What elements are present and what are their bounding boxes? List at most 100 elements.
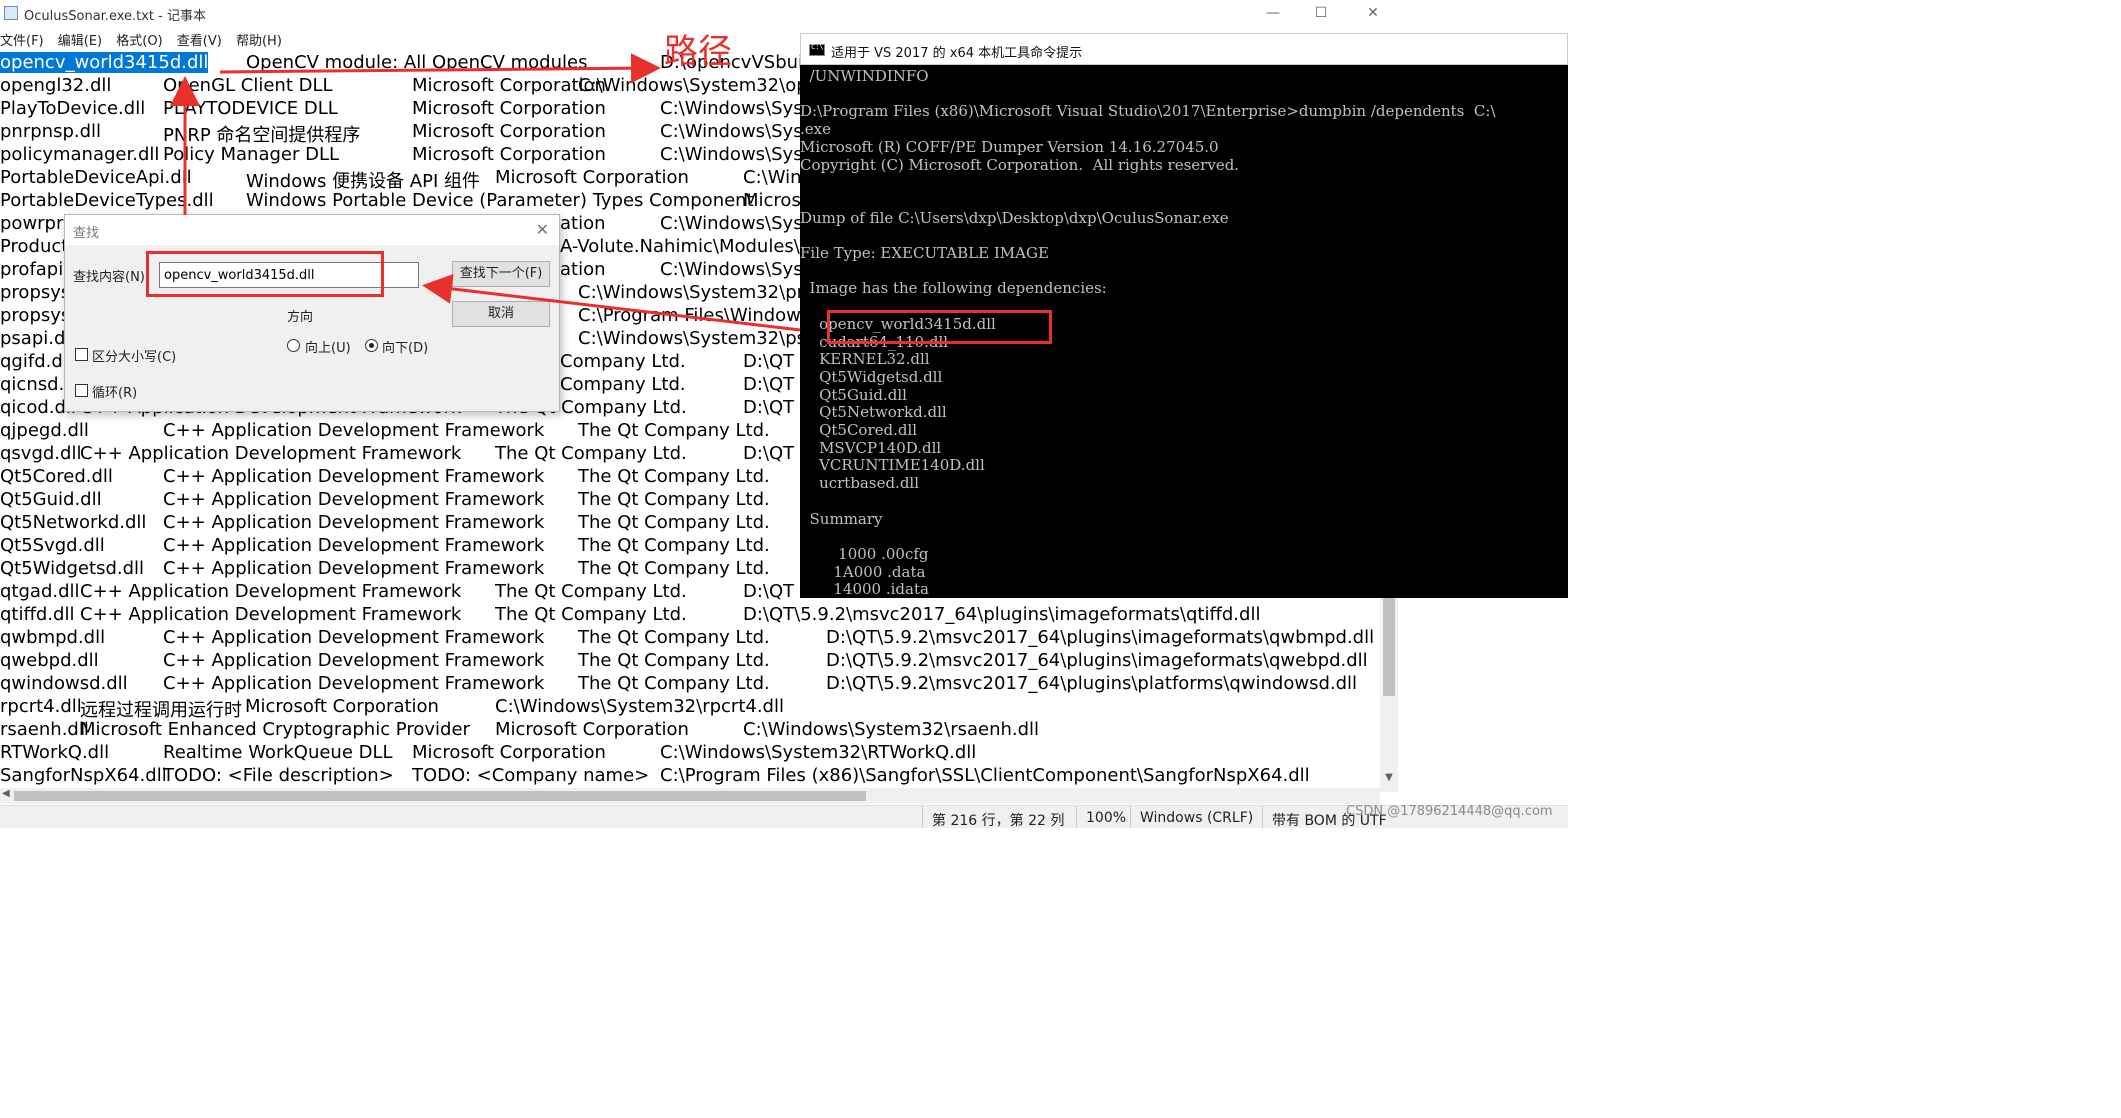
line-field: TODO: <File description> <box>163 765 394 786</box>
line-field: C:\Windows\System32\op <box>578 75 808 96</box>
line-field: rsaenh.dll <box>0 719 89 740</box>
line-field: D:\QT <box>743 581 795 602</box>
line-field: C++ Application Development Framework <box>163 489 545 510</box>
console-line: Microsoft (R) COFF/PE Dumper Version 14.… <box>800 137 1219 156</box>
console-line: ucrtbased.dll <box>800 474 920 493</box>
console-line: /UNWINDINFO <box>800 67 929 85</box>
line-field: C++ Application Development Framework <box>80 604 462 625</box>
console-line: MSVCP140D.dll <box>800 438 942 457</box>
line-field: Microsoft Corporation <box>245 696 439 717</box>
menu-file[interactable]: 文件(F) <box>0 34 44 49</box>
console-line: Qt5Networkd.dll <box>800 403 947 422</box>
console-icon <box>809 43 825 56</box>
dependency-highlight-box <box>827 310 1052 344</box>
status-divider <box>1262 806 1263 828</box>
line-field: C:\Windows\System32\RTWorkQ.dll <box>660 742 977 763</box>
line-field: C:\Windows\System32\pro <box>578 282 815 303</box>
line-field: Qt5Cored.dll <box>0 466 113 487</box>
line-field: RTWorkQ.dll <box>0 742 110 763</box>
scroll-down-icon[interactable]: ▼ <box>1380 772 1398 783</box>
match-case-label[interactable]: 区分大小写(C) <box>92 346 176 365</box>
line-field: Qt5Svgd.dll <box>0 535 105 556</box>
line-field: ation <box>560 259 606 280</box>
find-input-highlight-box <box>146 251 384 297</box>
line-field: PortableDeviceApi.dll <box>0 167 192 188</box>
status-position: 第 216 行，第 22 列 <box>932 813 1065 829</box>
menu-format[interactable]: 格式(O) <box>116 34 162 49</box>
line-field: D:\QT <box>743 374 795 395</box>
direction-up-radio[interactable] <box>287 339 300 352</box>
horizontal-scroll-thumb[interactable] <box>14 791 866 801</box>
menu-edit[interactable]: 编辑(E) <box>58 34 102 49</box>
line-field: qwebpd.dll <box>0 650 99 671</box>
line-field: C++ Application Development Framework <box>163 466 545 487</box>
status-divider <box>1076 806 1077 828</box>
find-dialog-close-icon[interactable]: ✕ <box>536 220 549 239</box>
line-field: TODO: <Company name> <box>412 765 650 786</box>
line-field: C:\Windows\Sys <box>660 121 803 142</box>
cancel-button[interactable]: 取消 <box>452 301 550 327</box>
line-field: PlayToDevice.dll <box>0 98 146 119</box>
console-line: Qt5Cored.dll <box>800 421 918 439</box>
line-field: A-Volute.Nahimic\Modules\S <box>560 236 812 257</box>
line-field: C++ Application Development Framework <box>163 420 545 441</box>
line-field: D:\QT\5.9.2\msvc2017_64\plugins\platform… <box>826 673 1358 694</box>
match-case-checkbox[interactable] <box>75 348 88 361</box>
line-field: policymanager.dll <box>0 144 160 165</box>
scroll-left-icon[interactable]: ◀ <box>2 788 10 799</box>
line-field: qtiffd.dll <box>0 604 75 625</box>
line-field: Microsoft Corporation <box>412 742 606 763</box>
find-next-button[interactable]: 查找下一个(F) <box>452 261 550 287</box>
line-field: The Qt Company Ltd. <box>578 466 770 487</box>
line-field: C:\Windows\Sys <box>660 213 803 234</box>
line-field: The Qt Company Ltd. <box>578 627 770 648</box>
line-field: The Qt Company Ltd. <box>578 535 770 556</box>
line-field: opencv_world3415d.dll <box>0 52 209 73</box>
path-annotation-label: 路径 <box>664 32 732 72</box>
line-field: D:\QT <box>743 397 795 418</box>
line-field: propsys <box>0 282 71 303</box>
console-line: VCRUNTIME140D.dll <box>800 456 985 475</box>
vertical-scroll-thumb[interactable] <box>1383 596 1395 696</box>
line-field: qgifd.dl <box>0 351 68 372</box>
wrap-around-checkbox[interactable] <box>75 384 88 397</box>
minimize-icon[interactable]: — <box>1250 0 1296 26</box>
line-field: C:\Program Files\Windows <box>578 305 811 326</box>
line-field: pnrpnsp.dll <box>0 121 102 142</box>
console-line: 1000 .00cfg <box>800 544 929 563</box>
line-field: D:\QT\5.9.2\msvc2017_64\plugins\imagefor… <box>826 627 1375 648</box>
console-line: Dump of file C:\Users\dxp\Desktop\dxp\Oc… <box>800 208 1229 227</box>
line-field: Microsoft Corporation <box>412 121 606 142</box>
line-field: SangforNspX64.dll <box>0 765 167 786</box>
line-field: D:\QT <box>743 443 795 464</box>
find-dialog-title-bar: 查找 ✕ <box>65 215 559 245</box>
direction-up-label[interactable]: 向上(U) <box>305 337 351 356</box>
close-icon[interactable]: ✕ <box>1350 0 1396 26</box>
line-field: profapi. <box>0 259 69 280</box>
direction-down-radio[interactable] <box>365 339 378 352</box>
line-field: The Qt Company Ltd. <box>578 650 770 671</box>
console-line: Qt5Guid.dll <box>800 385 907 404</box>
menu-view[interactable]: 查看(V) <box>177 34 222 49</box>
wrap-around-label[interactable]: 循环(R) <box>92 382 137 401</box>
direction-group: 方向 向上(U) 向下(D) <box>281 310 441 365</box>
watermark: CSDN @17896214448@qq.com <box>1346 804 1553 819</box>
line-field: The Qt Company Ltd. <box>578 558 770 579</box>
status-divider <box>1130 806 1131 828</box>
line-field: The Qt Company Ltd. <box>495 604 687 625</box>
direction-down-label[interactable]: 向下(D) <box>382 337 428 356</box>
line-field: C++ Application Development Framework <box>80 443 462 464</box>
console-line: KERNEL32.dll <box>800 350 930 369</box>
line-field: Microsoft Corporation <box>412 144 606 165</box>
menu-help[interactable]: 帮助(H) <box>236 34 282 49</box>
line-field: C:\Win <box>743 167 802 188</box>
line-field: C:\Program Files (x86)\Sangfor\SSL\Clien… <box>660 765 1310 786</box>
line-field: C:\Windows\Sys <box>660 259 803 280</box>
line-field: PortableDeviceTypes.dll <box>0 190 214 211</box>
horizontal-scrollbar[interactable]: ◀ <box>0 788 1380 804</box>
line-field: qwbmpd.dll <box>0 627 106 648</box>
maximize-icon[interactable]: ☐ <box>1298 0 1344 26</box>
console-line: Summary <box>800 509 883 528</box>
line-field: Realtime WorkQueue DLL <box>163 742 393 763</box>
line-field: D:\QT\5.9.2\msvc2017_64\plugins\imagefor… <box>826 650 1368 671</box>
